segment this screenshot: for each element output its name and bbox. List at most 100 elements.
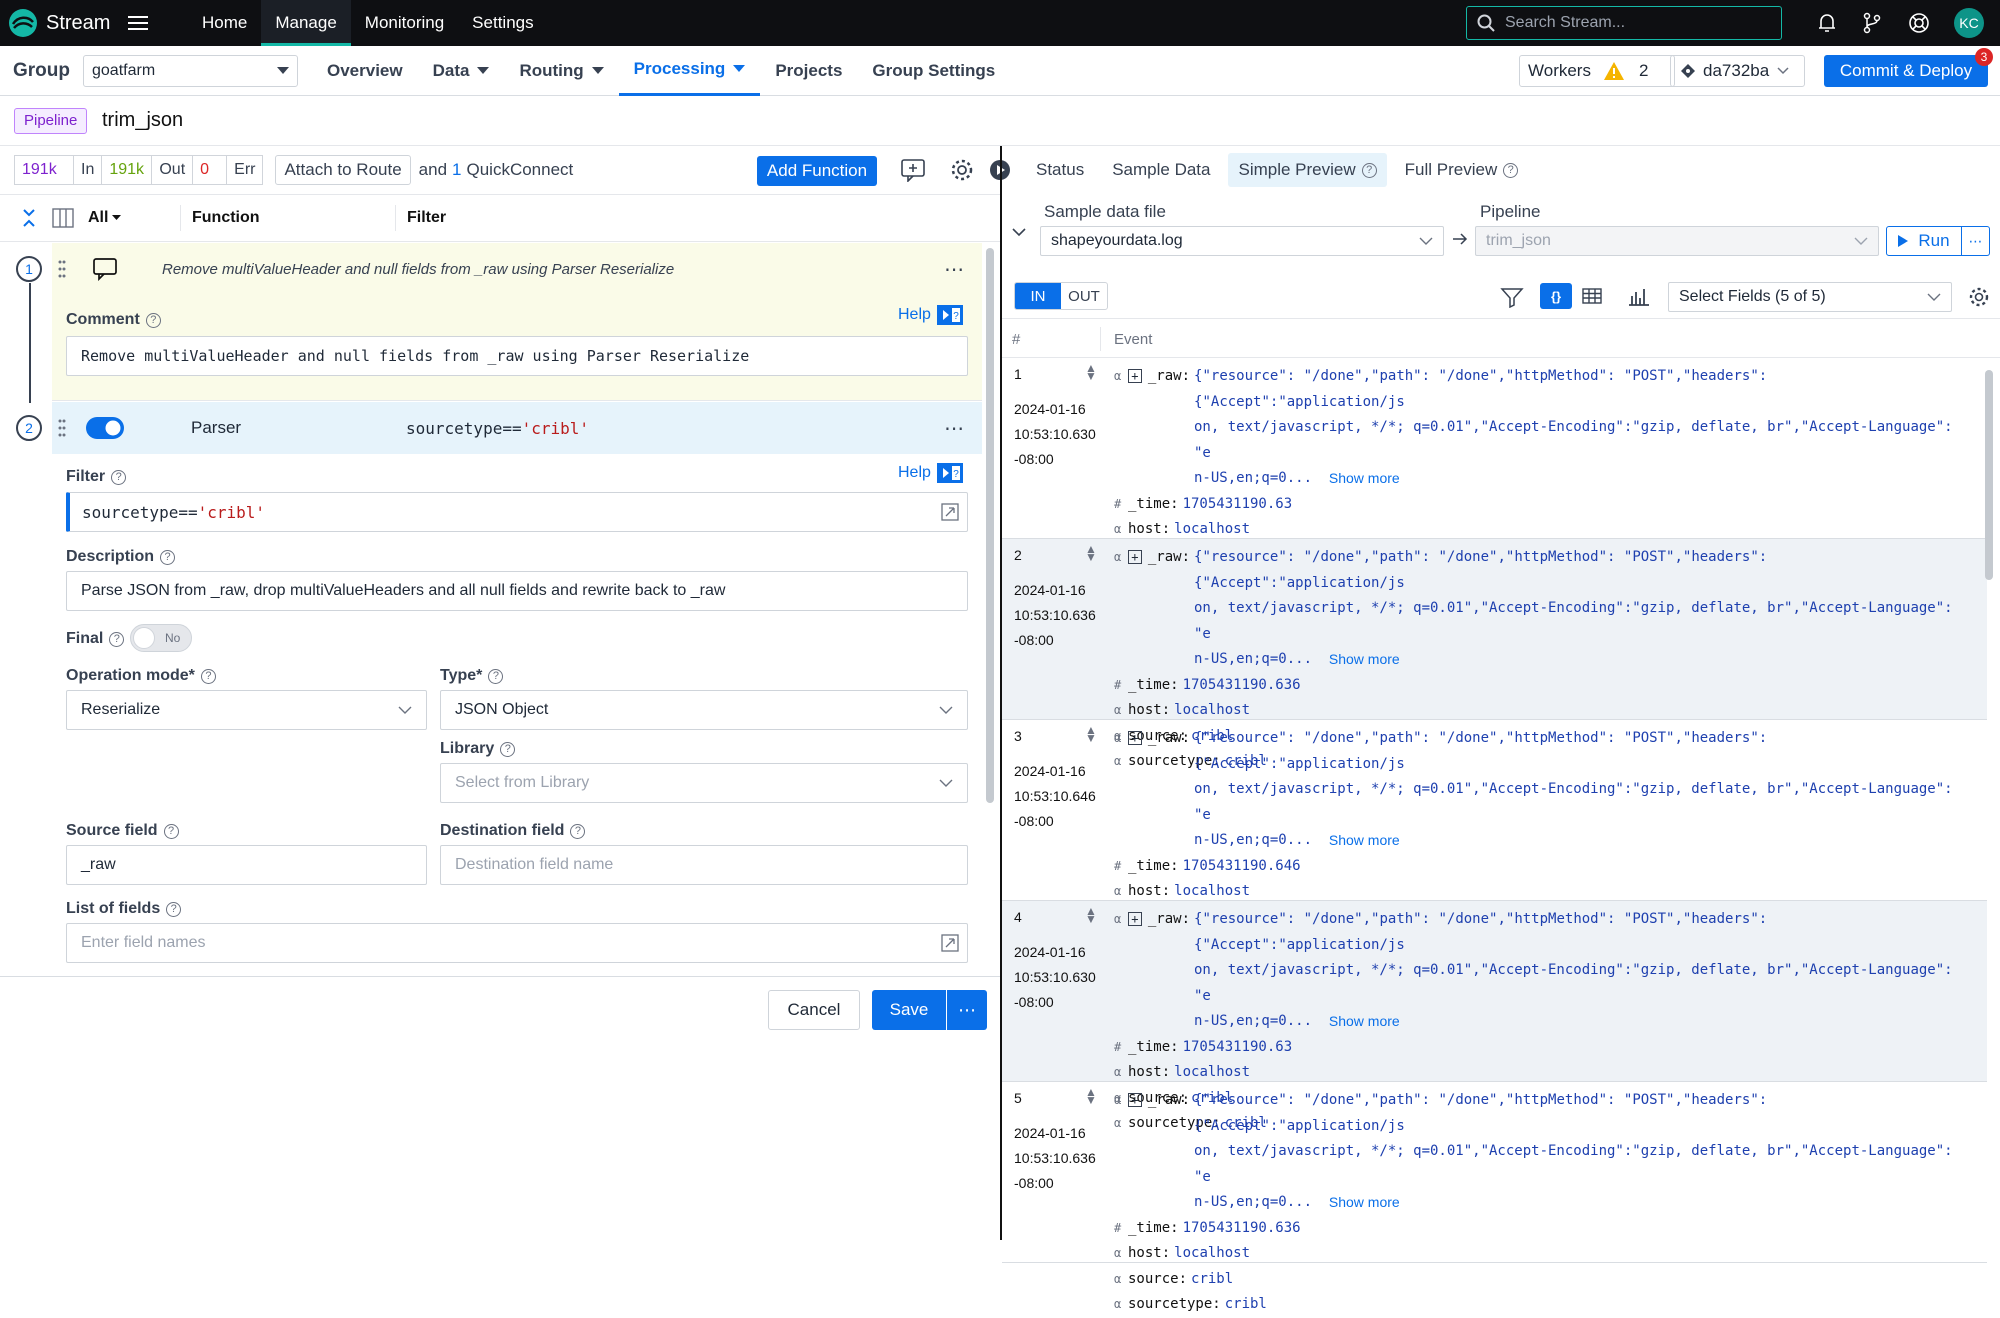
show-more-link[interactable]: Show more [1329,466,1400,492]
operation-mode-select[interactable]: Reserialize [66,690,427,730]
tab-routing[interactable]: Routing [504,46,618,96]
expand-icon[interactable]: + [1127,731,1142,745]
event-row[interactable]: 3 ▲ ▼ 2024-01-16 10:53:10.646 -08:00 α + _raw: {"… [1002,720,1987,950]
sort-icon[interactable]: ▲ ▼ [1085,362,1097,382]
stat-in-label: In [74,155,103,185]
all-filter-dropdown[interactable]: All [88,209,122,227]
expand-icon[interactable]: + [1127,550,1142,564]
list-of-fields-input[interactable]: Enter field names [66,923,968,963]
show-more-link[interactable]: Show more [1329,647,1400,673]
sort-icon[interactable]: ▲ ▼ [1085,1086,1097,1106]
bell-icon[interactable] [1817,12,1837,34]
timeline-line [29,283,31,403]
collapse-all-icon[interactable] [22,208,36,228]
nav-manage[interactable]: Manage [261,0,351,46]
commit-hash-select[interactable]: da732ba [1670,55,1805,87]
run-button[interactable]: Run [1886,226,1962,256]
event-row[interactable]: 1 ▲ ▼ 2024-01-16 10:53:10.630 -08:00 α + _raw: {"… [1002,358,1987,588]
save-more-button[interactable]: ⋯ [947,990,987,1030]
in-button[interactable]: IN [1015,283,1061,309]
quickconnect-count[interactable]: 1 [452,160,461,180]
commit-deploy-button[interactable]: Commit & Deploy [1824,55,1988,87]
tab-status[interactable]: Status [1026,153,1094,187]
function-table-header: All Function Filter [0,194,1000,242]
event-number: 2 [1014,547,1022,563]
comment-field[interactable]: Remove multiValueHeader and null fields … [66,336,968,376]
function-row-comment[interactable]: Remove multiValueHeader and null fields … [52,243,982,295]
git-branch-icon[interactable] [1862,12,1882,34]
tab-full-preview[interactable]: Full Preview? [1395,153,1529,187]
tab-sample-data[interactable]: Sample Data [1102,153,1220,187]
filter-expression-field[interactable]: sourcetype=='cribl' [66,492,968,532]
final-toggle[interactable]: No [130,624,192,652]
group-select[interactable]: goatfarm [83,54,298,87]
type-select[interactable]: JSON Object [440,690,968,730]
table-view-icon[interactable] [1582,288,1602,304]
avatar[interactable]: KC [1954,8,1984,38]
sort-icon[interactable]: ▲ ▼ [1085,905,1097,925]
show-more-link[interactable]: Show more [1329,828,1400,854]
help-globe-icon[interactable] [1908,12,1930,34]
function-row-parser[interactable]: Parser sourcetype=='cribl' ⋯ [52,402,982,454]
destination-field-input[interactable]: Destination field name [440,845,968,885]
add-function-button[interactable]: Add Function [757,156,877,186]
show-more-link[interactable]: Show more [1329,1009,1400,1035]
workers-button[interactable]: Workers 2 [1519,55,1675,87]
comment-add-icon[interactable] [900,158,926,182]
nav-settings[interactable]: Settings [458,0,547,46]
chevron-down-icon[interactable] [1012,227,1026,237]
filter-icon[interactable] [1500,286,1524,308]
attach-to-route-button[interactable]: Attach to Route [275,155,411,185]
hamburger-menu-icon[interactable] [128,15,148,31]
json-view-icon[interactable]: {} [1540,283,1572,309]
gear-icon[interactable] [1968,286,1990,308]
run-more-button[interactable]: ⋯ [1962,226,1990,256]
cancel-button[interactable]: Cancel [768,990,860,1030]
chevron-down-icon [939,779,953,787]
more-icon[interactable]: ⋯ [944,257,964,282]
event-row[interactable]: 4 ▲ ▼ 2024-01-16 10:53:10.630 -08:00 α + _raw: {"… [1002,901,1987,1131]
help-link[interactable]: Help? [898,305,963,325]
help-link[interactable]: Help? [898,463,963,483]
save-button[interactable]: Save [872,990,946,1030]
tab-processing[interactable]: Processing [618,46,761,96]
select-fields-dropdown[interactable]: Select Fields (5 of 5) [1668,282,1952,312]
expand-icon[interactable]: + [1127,369,1142,383]
more-icon[interactable]: ⋯ [944,416,964,441]
tab-projects[interactable]: Projects [760,46,857,96]
left-scrollbar[interactable] [986,248,994,803]
drag-handle-icon[interactable] [58,259,66,279]
filter-column-header: Filter [407,209,447,226]
stream-logo[interactable]: Stream [8,8,114,38]
enable-toggle[interactable] [86,417,124,439]
search-input[interactable]: Search Stream... [1466,6,1782,40]
in-out-toggle[interactable]: IN OUT [1014,282,1108,310]
help-circle-icon: ? [1361,162,1377,178]
sort-icon[interactable]: ▲ ▼ [1085,724,1097,744]
right-scrollbar[interactable] [1985,370,1993,580]
pipeline-select: trim_json [1475,226,1879,256]
drag-handle-icon[interactable] [58,418,66,438]
pipeline-stats-bar: 191k In 191k Out 0 Err Attach to Route a… [0,146,1010,194]
tab-data[interactable]: Data [418,46,505,96]
tab-group-settings[interactable]: Group Settings [857,46,1010,96]
nav-home[interactable]: Home [188,0,261,46]
event-row[interactable]: 5 ▲ ▼ 2024-01-16 10:53:10.636 -08:00 α + _raw: {"… [1002,1082,1987,1312]
source-field-input[interactable]: _raw [66,845,427,885]
nav-monitoring[interactable]: Monitoring [351,0,458,46]
sample-config: Sample data file shapeyourdata.log Pipel… [1002,194,2000,276]
tab-overview[interactable]: Overview [312,46,418,96]
description-field[interactable]: Parse JSON from _raw, drop multiValueHea… [66,571,968,611]
expand-icon[interactable]: + [1127,912,1142,926]
sort-icon[interactable]: ▲ ▼ [1085,543,1097,563]
out-button[interactable]: OUT [1061,283,1107,309]
gear-icon[interactable] [950,158,974,182]
bar-chart-icon[interactable] [1628,286,1650,306]
tab-simple-preview[interactable]: Simple Preview? [1228,153,1387,187]
expand-icon[interactable]: + [1127,1093,1142,1107]
show-more-link[interactable]: Show more [1329,1190,1400,1216]
event-row[interactable]: 2 ▲ ▼ 2024-01-16 10:53:10.636 -08:00 α + _raw: {"… [1002,539,1987,769]
columns-icon[interactable] [52,208,74,228]
library-select[interactable]: Select from Library [440,763,968,803]
sample-file-select[interactable]: shapeyourdata.log [1040,226,1444,256]
